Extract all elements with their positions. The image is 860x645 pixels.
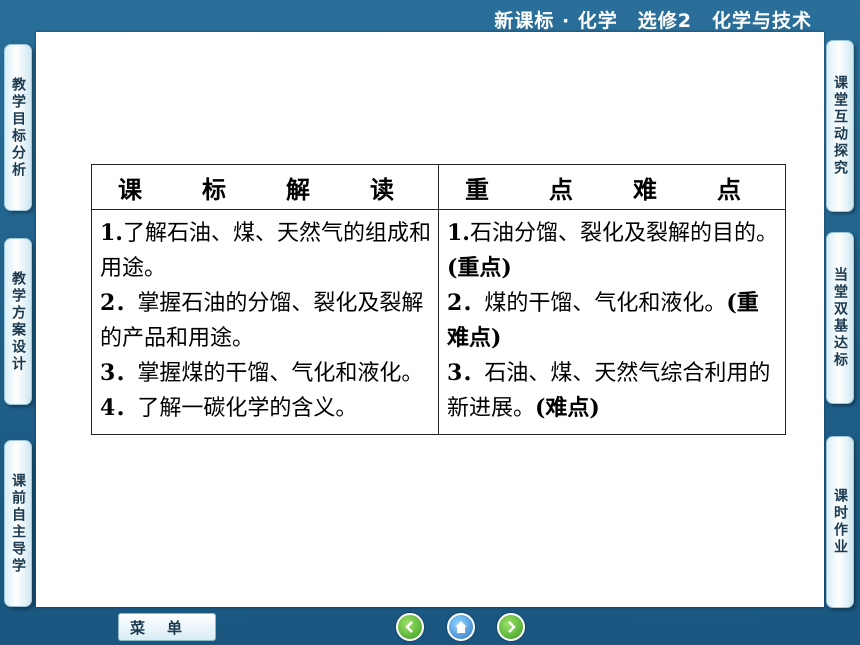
item-number: 3． xyxy=(447,360,485,386)
next-arrow-glyph xyxy=(508,621,516,633)
item-number: 3． xyxy=(100,360,138,386)
item-tag: (难点) xyxy=(535,395,600,421)
key-point-item: 3．石油、煤、天然气综合利用的新进展。(难点) xyxy=(447,356,779,426)
item-number: 1. xyxy=(100,220,123,246)
tab-label: 教学方案设计 xyxy=(10,270,26,373)
menu-button[interactable]: 菜单 xyxy=(118,613,216,641)
item-text: 了解一碳化学的含义。 xyxy=(137,396,358,421)
standard-item: 2．掌握石油的分馏、裂化及裂解的产品和用途。 xyxy=(100,286,432,356)
item-text: 石油、煤、天然气综合利用的新进展。 xyxy=(447,361,771,421)
house-glyph xyxy=(455,621,467,633)
item-number: 4． xyxy=(100,395,138,421)
tab-label: 课前自主导学 xyxy=(10,472,26,575)
item-text: 石油分馏、裂化及裂解的目的。 xyxy=(469,221,778,246)
standards-cell: 1.了解石油、煤、天然气的组成和用途。 2．掌握石油的分馏、裂化及裂解的产品和用… xyxy=(91,209,439,435)
objectives-table: 课 标 解 读 重 点 难 点 1.了解石油、煤、天然气的组成和用途。 2．掌握… xyxy=(91,164,786,435)
standard-item: 4．了解一碳化学的含义。 xyxy=(100,391,432,426)
header-key-points: 重 点 难 点 xyxy=(438,164,786,210)
item-text: 了解石油、煤、天然气的组成和用途。 xyxy=(100,221,431,281)
item-text: 掌握石油的分馏、裂化及裂解的产品和用途。 xyxy=(100,291,424,351)
item-number: 2． xyxy=(100,290,138,316)
key-points-cell: 1.石油分馏、裂化及裂解的目的。(重点) 2．煤的干馏、气化和液化。(重难点) … xyxy=(438,209,786,435)
standard-item: 3．掌握煤的干馏、气化和液化。 xyxy=(100,356,432,391)
item-text: 掌握煤的干馏、气化和液化。 xyxy=(137,361,424,386)
tab-label: 课时作业 xyxy=(832,488,848,556)
prev-arrow-glyph xyxy=(405,621,413,633)
tab-preview-study[interactable]: 课前自主导学 xyxy=(4,440,32,607)
tab-label: 教学目标分析 xyxy=(10,76,26,179)
item-number: 2． xyxy=(447,290,485,316)
key-point-item: 2．煤的干馏、气化和液化。(重难点) xyxy=(447,286,779,356)
tab-homework[interactable]: 课时作业 xyxy=(826,436,854,608)
header-standards: 课 标 解 读 xyxy=(91,164,439,210)
tab-basic-practice[interactable]: 当堂双基达标 xyxy=(826,232,854,404)
item-number: 1. xyxy=(447,220,470,246)
item-text: 煤的干馏、气化和液化。 xyxy=(484,291,727,316)
course-title: 新课标 · 化学 选修2 化学与技术 xyxy=(494,10,812,32)
tab-teaching-plan[interactable]: 教学方案设计 xyxy=(4,238,32,405)
standard-item: 1.了解石油、煤、天然气的组成和用途。 xyxy=(100,216,432,286)
tab-class-inquiry[interactable]: 课堂互动探究 xyxy=(826,40,854,212)
tab-label: 课堂互动探究 xyxy=(832,75,848,177)
tab-teaching-goals[interactable]: 教学目标分析 xyxy=(4,44,32,211)
prev-icon[interactable] xyxy=(396,613,424,641)
next-icon[interactable] xyxy=(497,613,525,641)
key-point-item: 1.石油分馏、裂化及裂解的目的。 (重点) xyxy=(447,216,779,286)
home-icon[interactable] xyxy=(447,613,475,641)
tab-label: 当堂双基达标 xyxy=(832,267,848,369)
item-tag: (重点) xyxy=(447,255,512,281)
